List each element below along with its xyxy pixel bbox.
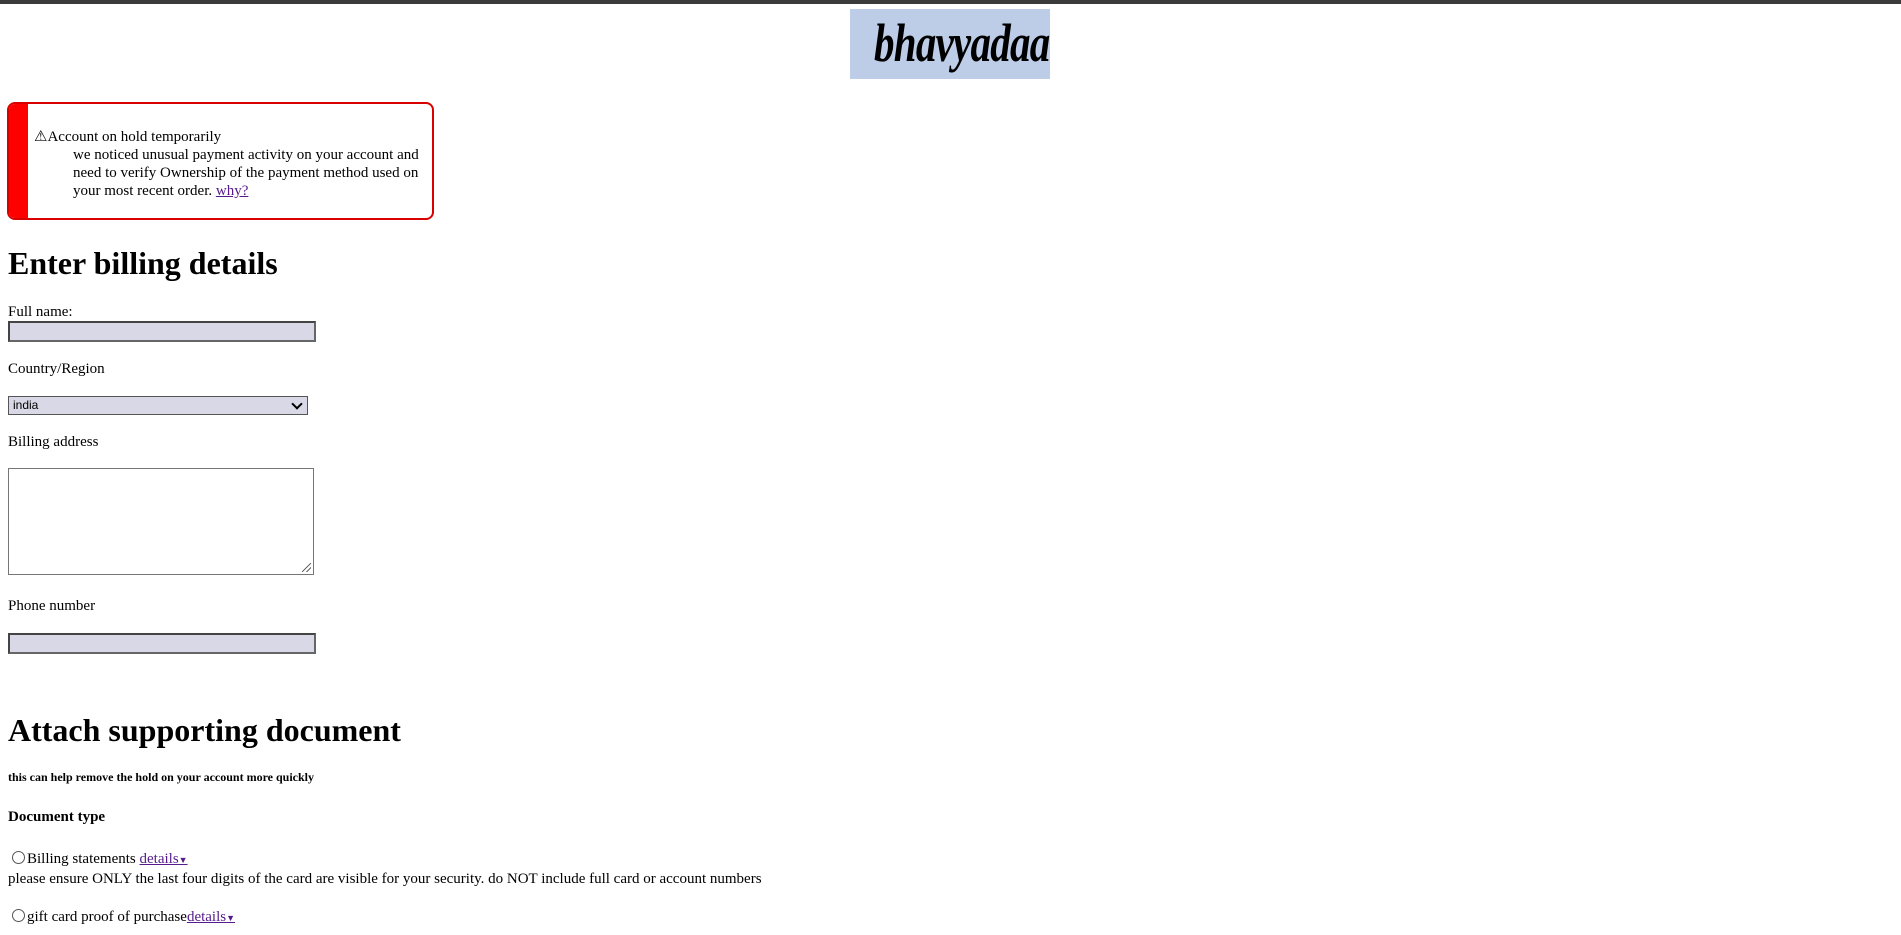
logo-text: bhavyadaan (874, 13, 1050, 73)
option-gift-card[interactable]: gift card proof of purchasedetails▼ (12, 908, 235, 927)
chevron-down-icon (291, 398, 303, 410)
document-type-label: Document type (8, 809, 106, 825)
country-selected-value: india (13, 398, 39, 412)
gift-card-label: gift card proof of purchase (27, 909, 187, 925)
billing-statements-note: please ensure ONLY the last four digits … (8, 871, 762, 887)
alert-title-text: Account on hold temporarily (47, 129, 222, 145)
alert-title: ⚠Account on hold temporarily (34, 128, 221, 146)
billing-heading: Enter billing details (8, 245, 278, 281)
logo: bhavyadaan (850, 9, 1050, 79)
phone-label: Phone number (8, 598, 96, 614)
resize-grip-icon[interactable] (302, 563, 311, 572)
full-name-input[interactable] (8, 321, 316, 342)
billing-statements-details-link[interactable]: details▼ (140, 851, 188, 867)
phone-input[interactable] (8, 633, 316, 654)
billing-statements-label: Billing statements (27, 851, 140, 867)
attach-heading: Attach supporting document (8, 712, 401, 748)
billing-statements-radio[interactable] (12, 851, 25, 864)
billing-address-textarea[interactable] (8, 468, 314, 575)
full-name-label: Full name: (8, 304, 73, 320)
dropdown-triangle-icon: ▼ (178, 855, 188, 865)
warning-icon: ⚠ (34, 129, 48, 145)
option-billing-statements[interactable]: Billing statements details▼ (12, 850, 188, 869)
account-hold-alert: ⚠Account on hold temporarily we noticed … (7, 102, 434, 220)
attach-subtitle: this can help remove the hold on your ac… (8, 770, 315, 784)
top-bar (0, 0, 1901, 4)
gift-card-details-link[interactable]: details▼ (187, 909, 235, 925)
billing-address-label: Billing address (8, 434, 99, 450)
alert-body: we noticed unusual payment activity on y… (73, 146, 432, 200)
gift-card-radio[interactable] (12, 909, 25, 922)
alert-accent-bar (9, 104, 28, 218)
country-label: Country/Region (8, 361, 105, 377)
dropdown-triangle-icon: ▼ (226, 913, 236, 923)
why-link[interactable]: why? (216, 183, 249, 199)
country-select[interactable]: india (8, 396, 308, 415)
